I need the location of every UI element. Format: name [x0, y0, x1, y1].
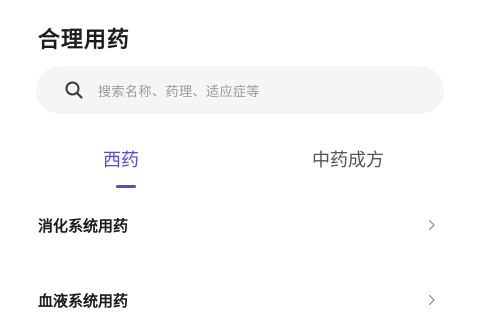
chevron-right-icon [428, 294, 435, 306]
page-title: 合理用药 [38, 28, 131, 53]
list-item-blood-system[interactable]: 血液系统用药 [0, 280, 480, 320]
tab-chinese-patent-medicine[interactable]: 中药成方 [312, 146, 384, 172]
search-placeholder: 搜索名称、药理、适应症等 [98, 84, 261, 100]
search-bar[interactable]: 搜索名称、药理、适应症等 [36, 66, 444, 114]
search-icon [65, 81, 83, 99]
chevron-right-icon [428, 219, 435, 231]
list-item-label: 消化系统用药 [38, 217, 129, 235]
active-tab-indicator [116, 185, 136, 188]
list-item-label: 血液系统用药 [38, 292, 129, 310]
list-item-digestive-system[interactable]: 消化系统用药 [0, 205, 480, 245]
tab-bar: 西药 中药成方 [0, 146, 480, 194]
tab-western-medicine[interactable]: 西药 [103, 146, 139, 172]
